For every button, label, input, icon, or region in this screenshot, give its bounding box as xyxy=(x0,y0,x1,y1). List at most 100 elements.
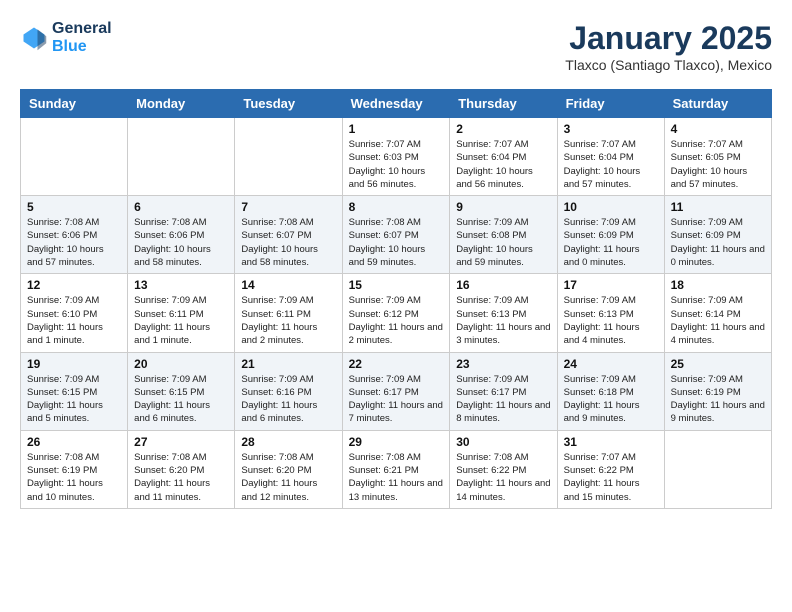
weekday-header-row: SundayMondayTuesdayWednesdayThursdayFrid… xyxy=(21,90,772,118)
day-info: Sunrise: 7:07 AM Sunset: 6:05 PM Dayligh… xyxy=(671,138,765,191)
day-number: 5 xyxy=(27,200,121,214)
calendar-table: SundayMondayTuesdayWednesdayThursdayFrid… xyxy=(20,89,772,509)
logo: General Blue xyxy=(20,20,112,56)
day-info: Sunrise: 7:09 AM Sunset: 6:13 PM Dayligh… xyxy=(456,294,550,347)
day-number: 7 xyxy=(241,200,335,214)
day-cell: 23Sunrise: 7:09 AM Sunset: 6:17 PM Dayli… xyxy=(450,352,557,430)
day-cell: 10 Sunrise: 7:09 AM Sunset: 6:09 PM Dayli… xyxy=(557,196,664,274)
day-cell: 19 Sunrise: 7:09 AM Sunset: 6:15 PM Dayli… xyxy=(21,352,128,430)
day-info: Sunrise: 7:09 AM Sunset: 6:16 PM Dayligh… xyxy=(241,373,335,426)
weekday-header-monday: Monday xyxy=(128,90,235,118)
logo-icon xyxy=(20,24,48,52)
day-cell: 3 Sunrise: 7:07 AM Sunset: 6:04 PM Daylig… xyxy=(557,118,664,196)
day-number: 17 xyxy=(564,278,658,292)
day-info: Sunrise: 7:09 AM Sunset: 6:19 PM Dayligh… xyxy=(671,373,765,426)
day-info: Sunrise: 7:09 AM Sunset: 6:12 PM Dayligh… xyxy=(349,294,444,347)
day-info: Sunrise: 7:07 AM Sunset: 6:04 PM Dayligh… xyxy=(456,138,550,191)
day-number: 6 xyxy=(134,200,228,214)
day-cell: 15 Sunrise: 7:09 AM Sunset: 6:12 PM Dayli… xyxy=(342,274,450,352)
day-info: Sunrise: 7:08 AM Sunset: 6:21 PM Dayligh… xyxy=(349,451,444,504)
day-info: Sunrise: 7:09 AM Sunset: 6:10 PM Dayligh… xyxy=(27,294,121,347)
day-number: 9 xyxy=(456,200,550,214)
day-number: 21 xyxy=(241,357,335,371)
day-number: 10 xyxy=(564,200,658,214)
day-cell: 22 Sunrise: 7:09 AM Sunset: 6:17 PM Dayli… xyxy=(342,352,450,430)
title-block: January 2025 Tlaxco (Santiago Tlaxco), M… xyxy=(565,20,772,73)
week-row-3: 12Sunrise: 7:09 AM Sunset: 6:10 PM Dayli… xyxy=(21,274,772,352)
day-cell: 25 Sunrise: 7:09 AM Sunset: 6:19 PM Dayli… xyxy=(664,352,771,430)
day-number: 29 xyxy=(349,435,444,449)
day-number: 28 xyxy=(241,435,335,449)
day-cell: 8 Sunrise: 7:08 AM Sunset: 6:07 PM Daylig… xyxy=(342,196,450,274)
day-info: Sunrise: 7:09 AM Sunset: 6:09 PM Dayligh… xyxy=(564,216,658,269)
day-number: 26 xyxy=(27,435,121,449)
day-cell: 14Sunrise: 7:09 AM Sunset: 6:11 PM Dayli… xyxy=(235,274,342,352)
day-info: Sunrise: 7:09 AM Sunset: 6:17 PM Dayligh… xyxy=(349,373,444,426)
day-number: 25 xyxy=(671,357,765,371)
day-cell: 6 Sunrise: 7:08 AM Sunset: 6:06 PM Daylig… xyxy=(128,196,235,274)
day-cell: 29 Sunrise: 7:08 AM Sunset: 6:21 PM Dayli… xyxy=(342,430,450,508)
day-number: 3 xyxy=(564,122,658,136)
day-info: Sunrise: 7:09 AM Sunset: 6:11 PM Dayligh… xyxy=(134,294,228,347)
day-info: Sunrise: 7:09 AM Sunset: 6:08 PM Dayligh… xyxy=(456,216,550,269)
day-cell: 21 Sunrise: 7:09 AM Sunset: 6:16 PM Dayli… xyxy=(235,352,342,430)
weekday-header-sunday: Sunday xyxy=(21,90,128,118)
day-number: 19 xyxy=(27,357,121,371)
weekday-header-wednesday: Wednesday xyxy=(342,90,450,118)
weekday-header-tuesday: Tuesday xyxy=(235,90,342,118)
day-cell: 20Sunrise: 7:09 AM Sunset: 6:15 PM Dayli… xyxy=(128,352,235,430)
month-year-title: January 2025 xyxy=(565,20,772,57)
day-info: Sunrise: 7:07 AM Sunset: 6:22 PM Dayligh… xyxy=(564,451,658,504)
day-info: Sunrise: 7:09 AM Sunset: 6:18 PM Dayligh… xyxy=(564,373,658,426)
day-number: 18 xyxy=(671,278,765,292)
day-info: Sunrise: 7:09 AM Sunset: 6:11 PM Dayligh… xyxy=(241,294,335,347)
location-subtitle: Tlaxco (Santiago Tlaxco), Mexico xyxy=(565,57,772,73)
day-cell: 2 Sunrise: 7:07 AM Sunset: 6:04 PM Daylig… xyxy=(450,118,557,196)
day-number: 8 xyxy=(349,200,444,214)
day-number: 27 xyxy=(134,435,228,449)
day-cell xyxy=(664,430,771,508)
weekday-header-thursday: Thursday xyxy=(450,90,557,118)
day-number: 4 xyxy=(671,122,765,136)
day-cell: 5 Sunrise: 7:08 AM Sunset: 6:06 PM Daylig… xyxy=(21,196,128,274)
logo-text: General Blue xyxy=(52,20,112,56)
week-row-4: 19 Sunrise: 7:09 AM Sunset: 6:15 PM Dayli… xyxy=(21,352,772,430)
day-info: Sunrise: 7:09 AM Sunset: 6:15 PM Dayligh… xyxy=(27,373,121,426)
day-cell: 11Sunrise: 7:09 AM Sunset: 6:09 PM Dayli… xyxy=(664,196,771,274)
day-cell: 16Sunrise: 7:09 AM Sunset: 6:13 PM Dayli… xyxy=(450,274,557,352)
day-cell xyxy=(235,118,342,196)
day-cell: 9 Sunrise: 7:09 AM Sunset: 6:08 PM Daylig… xyxy=(450,196,557,274)
day-cell: 26 Sunrise: 7:08 AM Sunset: 6:19 PM Dayli… xyxy=(21,430,128,508)
weekday-header-saturday: Saturday xyxy=(664,90,771,118)
day-number: 15 xyxy=(349,278,444,292)
day-info: Sunrise: 7:09 AM Sunset: 6:14 PM Dayligh… xyxy=(671,294,765,347)
day-cell: 12Sunrise: 7:09 AM Sunset: 6:10 PM Dayli… xyxy=(21,274,128,352)
day-info: Sunrise: 7:09 AM Sunset: 6:13 PM Dayligh… xyxy=(564,294,658,347)
day-number: 1 xyxy=(349,122,444,136)
page-header: General Blue January 2025 Tlaxco (Santia… xyxy=(20,20,772,73)
day-info: Sunrise: 7:07 AM Sunset: 6:03 PM Dayligh… xyxy=(349,138,444,191)
day-info: Sunrise: 7:08 AM Sunset: 6:19 PM Dayligh… xyxy=(27,451,121,504)
day-info: Sunrise: 7:08 AM Sunset: 6:06 PM Dayligh… xyxy=(134,216,228,269)
day-info: Sunrise: 7:08 AM Sunset: 6:20 PM Dayligh… xyxy=(241,451,335,504)
day-number: 20 xyxy=(134,357,228,371)
day-cell: 7 Sunrise: 7:08 AM Sunset: 6:07 PM Daylig… xyxy=(235,196,342,274)
day-number: 13 xyxy=(134,278,228,292)
day-info: Sunrise: 7:08 AM Sunset: 6:06 PM Dayligh… xyxy=(27,216,121,269)
day-number: 23 xyxy=(456,357,550,371)
day-number: 22 xyxy=(349,357,444,371)
day-info: Sunrise: 7:08 AM Sunset: 6:07 PM Dayligh… xyxy=(349,216,444,269)
day-info: Sunrise: 7:07 AM Sunset: 6:04 PM Dayligh… xyxy=(564,138,658,191)
day-cell: 30Sunrise: 7:08 AM Sunset: 6:22 PM Dayli… xyxy=(450,430,557,508)
day-cell: 28 Sunrise: 7:08 AM Sunset: 6:20 PM Dayli… xyxy=(235,430,342,508)
day-cell: 18 Sunrise: 7:09 AM Sunset: 6:14 PM Dayli… xyxy=(664,274,771,352)
day-info: Sunrise: 7:09 AM Sunset: 6:09 PM Dayligh… xyxy=(671,216,765,269)
day-cell xyxy=(128,118,235,196)
weekday-header-friday: Friday xyxy=(557,90,664,118)
day-info: Sunrise: 7:08 AM Sunset: 6:07 PM Dayligh… xyxy=(241,216,335,269)
day-cell xyxy=(21,118,128,196)
day-number: 2 xyxy=(456,122,550,136)
day-cell: 24Sunrise: 7:09 AM Sunset: 6:18 PM Dayli… xyxy=(557,352,664,430)
day-cell: 31Sunrise: 7:07 AM Sunset: 6:22 PM Dayli… xyxy=(557,430,664,508)
day-cell: 4 Sunrise: 7:07 AM Sunset: 6:05 PM Daylig… xyxy=(664,118,771,196)
